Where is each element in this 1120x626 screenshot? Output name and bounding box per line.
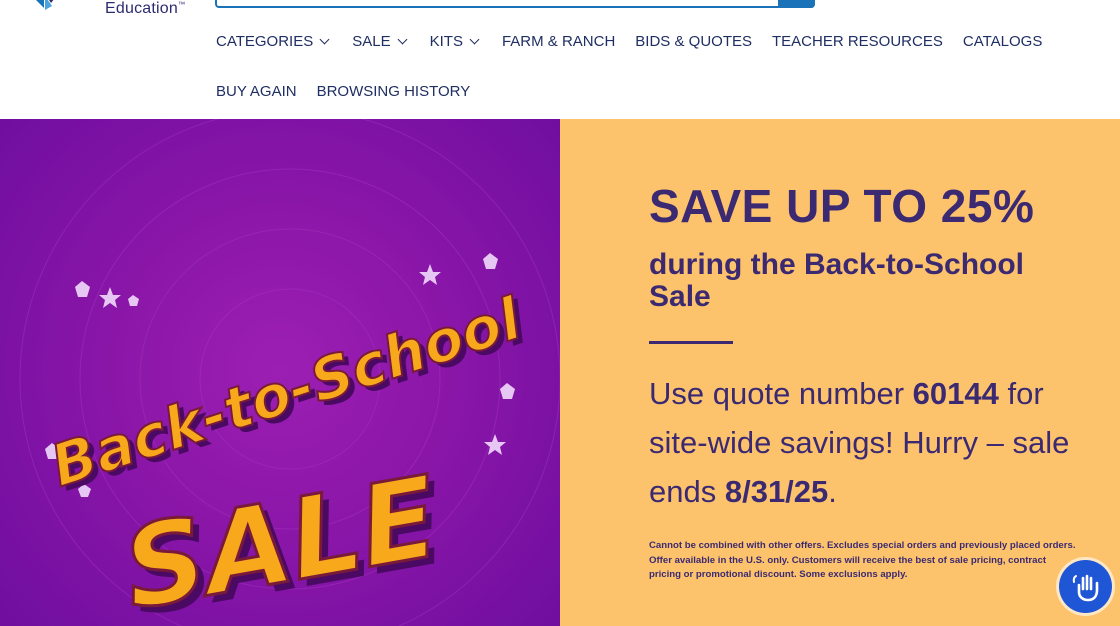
art-line2: SALE <box>114 452 447 626</box>
sale-end-date: 8/31/25 <box>724 474 829 509</box>
accessibility-help-button[interactable] <box>1059 560 1112 613</box>
main-nav: CATEGORIES SALE KITS FARM & RANCH BIDS &… <box>216 30 1096 102</box>
promo-fine-print: Cannot be combined with other offers. Ex… <box>649 540 1076 581</box>
sale-details-panel: SAVE UP TO 25% during the Back-to-School… <box>560 119 1120 626</box>
nav-item-label: BUY AGAIN <box>216 82 297 100</box>
body-suffix: . <box>828 474 837 509</box>
body-prefix: Use quote number <box>649 376 913 411</box>
chevron-down-icon <box>469 34 480 44</box>
back-to-school-sale-artwork: Back-to-School Back-to-School SALE SALE <box>19 119 560 626</box>
promo-hero-banner[interactable]: Back-to-School Back-to-School SALE SALE … <box>0 119 1120 626</box>
sale-lettering: Back-to-School Back-to-School SALE SALE <box>42 283 536 626</box>
nav-item-teacher-resources[interactable]: TEACHER RESOURCES <box>772 33 943 50</box>
chevron-down-icon <box>319 34 330 44</box>
nav-item-label: TEACHER RESOURCES <box>772 32 943 50</box>
sale-artwork-panel: Back-to-School Back-to-School SALE SALE <box>0 119 560 626</box>
chevron-down-icon <box>397 34 408 44</box>
nav-item-catalogs[interactable]: CATALOGS <box>963 33 1042 50</box>
quote-number: 60144 <box>912 376 999 411</box>
promo-headline: SAVE UP TO 25% <box>649 180 1035 232</box>
nav-item-label: CATALOGS <box>962 32 1043 50</box>
promo-body: Use quote number 60144 for site-wide sav… <box>649 369 1089 516</box>
nav-item-buy-again[interactable]: BUY AGAIN <box>216 83 297 100</box>
nav-item-browsing-history[interactable]: BROWSING HISTORY <box>317 83 471 100</box>
promo-divider <box>649 341 733 344</box>
search-input[interactable] <box>215 0 815 8</box>
waving-hand-icon <box>1072 574 1098 601</box>
nav-item-label: FARM & RANCH <box>501 32 616 50</box>
nav-row-primary: CATEGORIES SALE KITS FARM & RANCH BIDS &… <box>216 30 1096 52</box>
nav-item-label: SALE <box>352 32 391 50</box>
search-button[interactable] <box>778 0 815 8</box>
nav-item-label: BIDS & QUOTES <box>635 32 752 50</box>
logo-mark-icon[interactable] <box>36 0 62 10</box>
nav-item-kits[interactable]: KITS <box>429 32 480 50</box>
site-header: Education™ CATEGORIES SALE KITS FARM & R… <box>0 0 1120 119</box>
promo-subhead: during the Back-to-School Sale <box>649 248 1024 313</box>
nav-item-sale[interactable]: SALE <box>352 32 408 50</box>
nav-item-label: KITS <box>429 32 463 50</box>
nav-item-label: CATEGORIES <box>216 32 314 50</box>
nav-row-secondary: BUY AGAIN BROWSING HISTORY <box>216 80 1096 102</box>
brand-logo-trademark: ™ <box>177 1 186 9</box>
nav-item-bids-quotes[interactable]: BIDS & QUOTES <box>635 33 752 50</box>
nav-item-categories[interactable]: CATEGORIES <box>216 32 330 50</box>
brand-logo-name: Education <box>105 0 178 17</box>
nav-item-label: BROWSING HISTORY <box>316 82 471 100</box>
brand-logo-text[interactable]: Education™ <box>105 0 185 18</box>
art-line1: Back-to-School <box>43 284 530 500</box>
nav-item-farm-ranch[interactable]: FARM & RANCH <box>502 33 615 50</box>
